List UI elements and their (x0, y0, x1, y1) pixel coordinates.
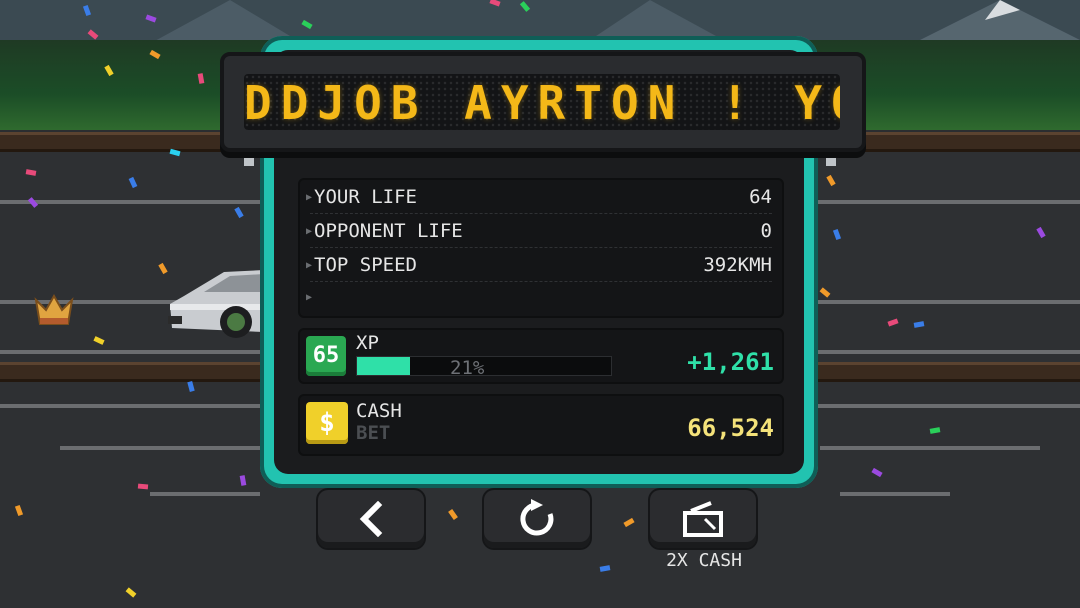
lane-line (820, 446, 1040, 450)
crown-icon (34, 293, 74, 325)
back-arrow-icon (359, 501, 383, 537)
stat-label: TOP SPEED (314, 254, 417, 276)
cash-value: 66,524 (687, 414, 774, 442)
xp-percent: 21% (450, 357, 485, 379)
marquee-screen: DDJOB AYRTON ! YOU (244, 74, 840, 130)
stat-row-your-life: ▶ YOUR LIFE 64 (306, 182, 772, 212)
row-arrow-icon: ▶ (306, 259, 313, 271)
confetti (137, 483, 149, 490)
restart-button[interactable] (484, 490, 590, 548)
cash-panel: $ CASH BET 66,524 (298, 394, 784, 456)
race-stats: ▶ YOUR LIFE 64 ▶ OPPONENT LIFE 0 ▶ TOP S… (298, 178, 784, 318)
back-button[interactable] (318, 490, 424, 548)
race-car (168, 270, 264, 338)
marquee-text: DDJOB AYRTON ! YOU (244, 76, 840, 130)
divider (310, 213, 772, 214)
row-arrow-icon: ▶ (306, 291, 313, 303)
stat-row-opponent-life: ▶ OPPONENT LIFE 0 (306, 216, 772, 246)
stat-value: 0 (760, 220, 772, 242)
dollar-icon: $ (306, 402, 348, 444)
level-badge: 65 (306, 336, 346, 376)
xp-gain: +1,261 (687, 348, 774, 376)
stat-label: YOUR LIFE (314, 186, 417, 208)
stat-row-empty: ▶ (306, 282, 772, 312)
stat-label: OPPONENT LIFE (314, 220, 463, 242)
cash-label: CASH (356, 400, 402, 422)
restart-icon (520, 499, 554, 536)
bet-label: BET (356, 422, 391, 444)
double-cash-button[interactable] (650, 490, 756, 548)
lane-line (840, 492, 950, 496)
lane-line (60, 446, 260, 450)
stat-value: 64 (749, 186, 772, 208)
lane-line (150, 492, 260, 496)
row-arrow-icon: ▶ (306, 225, 313, 237)
stat-row-top-speed: ▶ TOP SPEED 392KMH (306, 250, 772, 280)
marquee-sign: DDJOB AYRTON ! YOU (220, 52, 866, 152)
stat-value: 392KMH (703, 254, 772, 276)
xp-panel: 65 XP 21% +1,261 (298, 328, 784, 384)
video-ad-icon (683, 501, 723, 537)
double-cash-label: 2X CASH (666, 550, 742, 571)
row-arrow-icon: ▶ (306, 191, 313, 203)
xp-progress-fill (357, 357, 411, 375)
divider (310, 247, 772, 248)
xp-label: XP (356, 332, 379, 354)
